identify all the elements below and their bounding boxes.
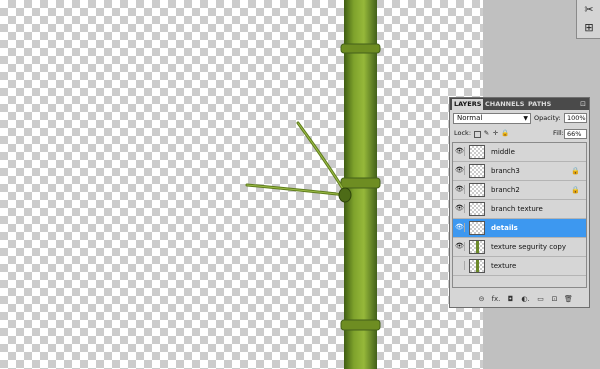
document-canvas[interactable]: [0, 0, 483, 369]
lock-all-icon[interactable]: 🔒: [501, 130, 509, 137]
layer-name: texture segurity copy: [491, 243, 566, 251]
layer-name: branch texture: [491, 205, 543, 213]
panel-toggle-icon[interactable]: ⊞: [581, 21, 597, 35]
layer-thumbnail: [469, 259, 485, 273]
layer-thumbnail: [469, 221, 485, 235]
opacity-field[interactable]: 100%: [564, 113, 587, 123]
eye-icon[interactable]: 👁: [455, 166, 465, 175]
layer-thumbnail: [469, 164, 485, 178]
tab-paths[interactable]: PATHS: [526, 99, 553, 110]
layer-name: branch2: [491, 186, 520, 194]
layer-row[interactable]: 👁 branch2 🔒: [453, 181, 586, 200]
layer-row[interactable]: 👁 branch texture: [453, 200, 586, 219]
tool-options-icon[interactable]: ✂: [581, 3, 597, 17]
eye-icon[interactable]: 👁: [455, 147, 465, 156]
adjustment-layer-icon[interactable]: ◐.: [520, 295, 531, 304]
lock-transparency-icon[interactable]: [474, 131, 481, 138]
new-group-icon[interactable]: ▭: [536, 295, 545, 304]
layer-row[interactable]: texture: [453, 257, 586, 276]
eye-hidden-icon[interactable]: [455, 261, 465, 270]
layers-panel: LAYERS CHANNELS PATHS ⊡ Normal ▼ Opacity…: [449, 97, 590, 308]
layer-row-selected[interactable]: 👁 details: [453, 219, 586, 238]
layer-name: details: [491, 224, 518, 232]
bamboo-branches: [245, 121, 352, 203]
lock-icon: 🔒: [571, 167, 580, 175]
opacity-value: 100%: [567, 114, 586, 122]
bamboo-artwork: [245, 0, 381, 369]
layer-thumbnail: [469, 240, 485, 254]
fill-value: 66%: [567, 130, 582, 138]
blend-mode-select[interactable]: Normal ▼: [453, 113, 531, 124]
layer-list: 👁 middle 👁 branch3 🔒 👁 branch2 🔒 👁 branc…: [452, 142, 587, 288]
fill-label: Fill:: [553, 129, 564, 137]
eye-icon[interactable]: 👁: [455, 223, 465, 232]
layer-name: branch3: [491, 167, 520, 175]
lock-brush-icon[interactable]: ✎: [483, 130, 490, 137]
layer-row[interactable]: 👁 branch3 🔒: [453, 162, 586, 181]
layer-name: middle: [491, 148, 515, 156]
layer-thumbnail: [469, 183, 485, 197]
layer-name: texture: [491, 262, 517, 270]
eye-icon[interactable]: 👁: [455, 185, 465, 194]
panel-menu-icon[interactable]: ⊡: [580, 99, 586, 109]
chevron-down-icon: ▼: [523, 115, 528, 122]
opacity-label: Opacity:: [534, 114, 561, 122]
layer-thumbnail: [469, 202, 485, 216]
lock-move-icon[interactable]: ✛: [492, 130, 499, 137]
trash-icon[interactable]: 🗑: [564, 295, 573, 304]
link-layers-icon[interactable]: ⊝: [477, 295, 486, 304]
tab-layers[interactable]: LAYERS: [452, 99, 484, 110]
layer-row[interactable]: 👁 texture segurity copy: [453, 238, 586, 257]
tab-channels[interactable]: CHANNELS: [483, 99, 526, 110]
fx-icon[interactable]: fx.: [490, 295, 502, 304]
panel-tab-bar: LAYERS CHANNELS PATHS ⊡: [450, 98, 589, 110]
eye-icon[interactable]: 👁: [455, 204, 465, 213]
new-layer-icon[interactable]: ⊡: [550, 295, 559, 304]
eye-icon[interactable]: 👁: [455, 242, 465, 251]
add-mask-icon[interactable]: ◘: [506, 295, 515, 304]
layer-row[interactable]: 👁 middle: [453, 143, 586, 162]
layer-thumbnail: [469, 145, 485, 159]
lock-icon: 🔒: [571, 186, 580, 194]
blend-mode-value: Normal: [457, 114, 483, 122]
lock-label: Lock:: [454, 129, 472, 137]
layers-bottom-bar: ⊝ fx. ◘ ◐. ▭ ⊡ 🗑: [450, 293, 589, 307]
tool-strip: ✂ ⊞: [576, 0, 600, 39]
fill-field[interactable]: 66%: [564, 129, 587, 139]
